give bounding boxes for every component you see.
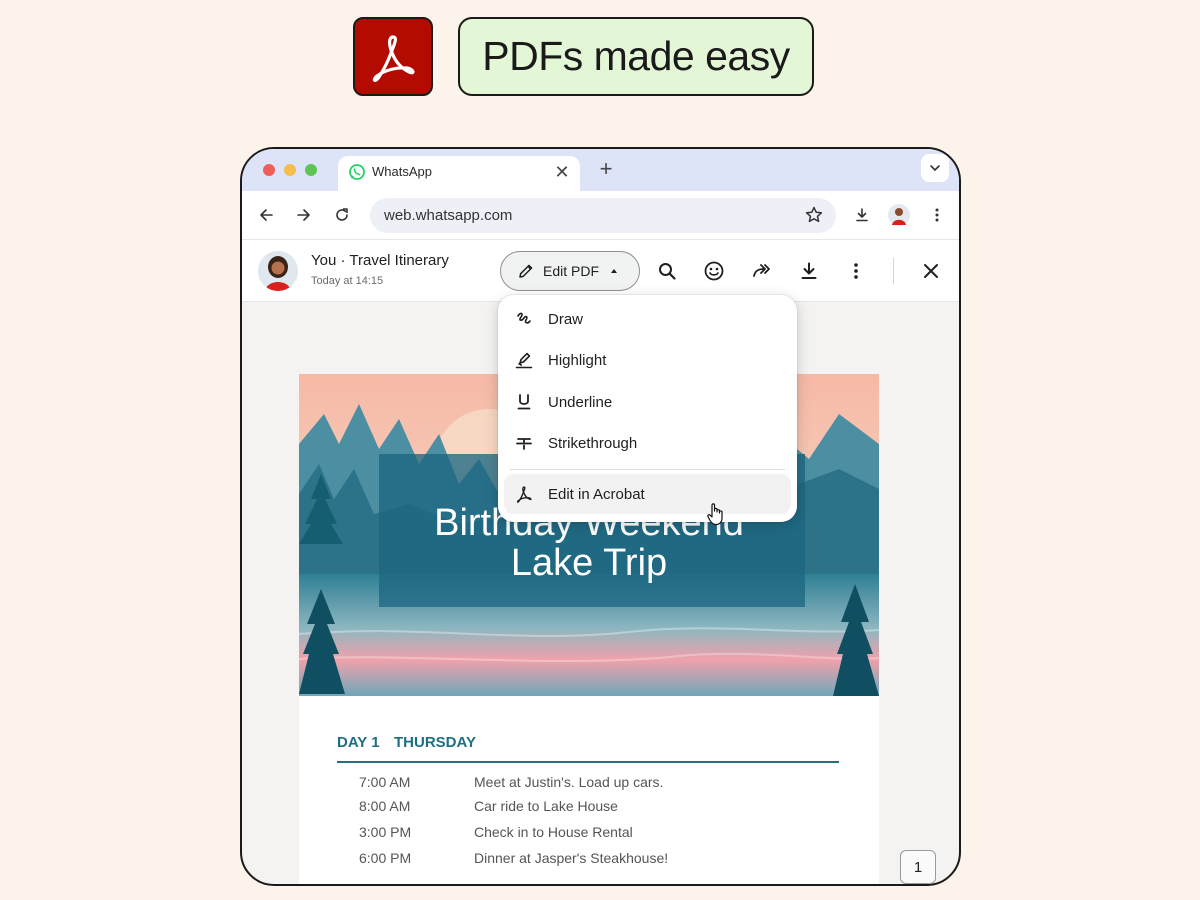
window-maximize-dot[interactable] xyxy=(305,164,317,176)
menu-item-strikethrough[interactable]: Strikethrough xyxy=(498,423,797,463)
menu-divider xyxy=(510,469,785,470)
acrobat-logo-icon xyxy=(372,34,415,82)
menu-item-label: Edit in Acrobat xyxy=(548,485,645,503)
schedule-desc: Car ride to Lake House xyxy=(474,798,618,814)
menu-item-edit-in-acrobat[interactable]: Edit in Acrobat xyxy=(504,474,791,514)
browser-window: WhatsApp ✕ + web.whatsapp.com You · Trav… xyxy=(240,147,961,886)
download-icon[interactable] xyxy=(797,259,821,283)
forward-icon[interactable] xyxy=(750,259,774,283)
tab-whatsapp[interactable]: WhatsApp ✕ xyxy=(338,156,580,192)
acrobat-logo-tile xyxy=(353,17,433,96)
forward-nav-icon[interactable] xyxy=(292,203,316,227)
emoji-icon[interactable] xyxy=(702,259,726,283)
menu-item-label: Highlight xyxy=(548,351,607,369)
search-icon[interactable] xyxy=(655,259,679,283)
strikethrough-icon xyxy=(514,433,534,453)
tab-search-button[interactable] xyxy=(921,154,949,182)
highlight-icon xyxy=(514,350,534,370)
menu-item-label: Draw xyxy=(548,310,584,328)
day-name: THURSDAY xyxy=(394,734,476,751)
timestamp: Today at 14:15 xyxy=(311,275,384,287)
schedule-desc: Check in to House Rental xyxy=(474,824,633,840)
day-label: DAY 1 xyxy=(337,734,380,751)
address-bar[interactable]: web.whatsapp.com xyxy=(370,198,836,233)
window-close-dot[interactable] xyxy=(263,164,275,176)
header-divider xyxy=(893,258,894,284)
underline-icon xyxy=(514,392,534,412)
schedule-desc: Dinner at Jasper's Steakhouse! xyxy=(474,850,669,866)
schedule-desc: Meet at Justin's. Load up cars. xyxy=(474,774,664,790)
schedule-time: 8:00 AM xyxy=(359,798,411,814)
menu-item-highlight[interactable]: Highlight xyxy=(498,340,797,380)
schedule-row: 8:00 AM Car ride to Lake House xyxy=(299,798,879,818)
whatsapp-icon xyxy=(349,164,365,180)
bookmark-star-icon[interactable] xyxy=(804,205,824,225)
menu-item-label: Strikethrough xyxy=(548,434,638,452)
edit-pdf-menu: Draw Highlight Underline Strikethrough E… xyxy=(498,295,797,526)
schedule-row: 3:00 PM Check in to House Rental xyxy=(299,824,879,844)
tagline-banner: PDFs made easy xyxy=(458,17,814,96)
back-icon[interactable] xyxy=(254,203,278,227)
sender-name: You · Travel Itinerary xyxy=(311,252,449,269)
address-text[interactable]: web.whatsapp.com xyxy=(384,207,512,224)
avatar[interactable] xyxy=(258,251,298,291)
edit-pdf-button[interactable]: Edit PDF xyxy=(500,251,640,291)
reload-icon[interactable] xyxy=(330,203,354,227)
menu-item-draw[interactable]: Draw xyxy=(498,299,797,339)
window-minimize-dot[interactable] xyxy=(284,164,296,176)
chevron-down-icon xyxy=(930,165,940,172)
acrobat-icon xyxy=(514,484,534,504)
viewer-header: You · Travel Itinerary Today at 14:15 Ed… xyxy=(242,239,959,302)
downloads-icon[interactable] xyxy=(850,203,874,227)
day-divider xyxy=(337,761,839,763)
profile-avatar[interactable] xyxy=(887,203,911,227)
menu-item-label: Underline xyxy=(548,393,613,411)
schedule-row: 6:00 PM Dinner at Jasper's Steakhouse! xyxy=(299,850,879,870)
edit-pdf-label: Edit PDF xyxy=(543,263,600,279)
browser-toolbar: web.whatsapp.com xyxy=(242,191,959,239)
cover-title-line2: Lake Trip xyxy=(510,542,668,584)
tab-strip: WhatsApp ✕ + xyxy=(242,149,959,192)
new-tab-icon[interactable]: + xyxy=(594,157,618,181)
close-icon[interactable] xyxy=(919,259,943,283)
schedule-time: 3:00 PM xyxy=(359,824,412,840)
tab-close-icon[interactable]: ✕ xyxy=(552,162,572,182)
more-icon[interactable] xyxy=(844,259,868,283)
schedule-row: 7:00 AM Meet at Justin's. Load up cars. xyxy=(299,774,879,794)
schedule-time: 7:00 AM xyxy=(359,774,411,790)
page-number-indicator[interactable]: 1 xyxy=(900,850,936,884)
hand-cursor-icon xyxy=(707,503,723,526)
pencil-icon xyxy=(519,264,533,278)
tab-title: WhatsApp xyxy=(372,164,432,179)
browser-menu-icon[interactable] xyxy=(925,203,949,227)
schedule-time: 6:00 PM xyxy=(359,850,412,866)
caret-up-icon xyxy=(611,269,618,273)
menu-item-underline[interactable]: Underline xyxy=(498,382,797,422)
draw-icon xyxy=(514,309,534,329)
